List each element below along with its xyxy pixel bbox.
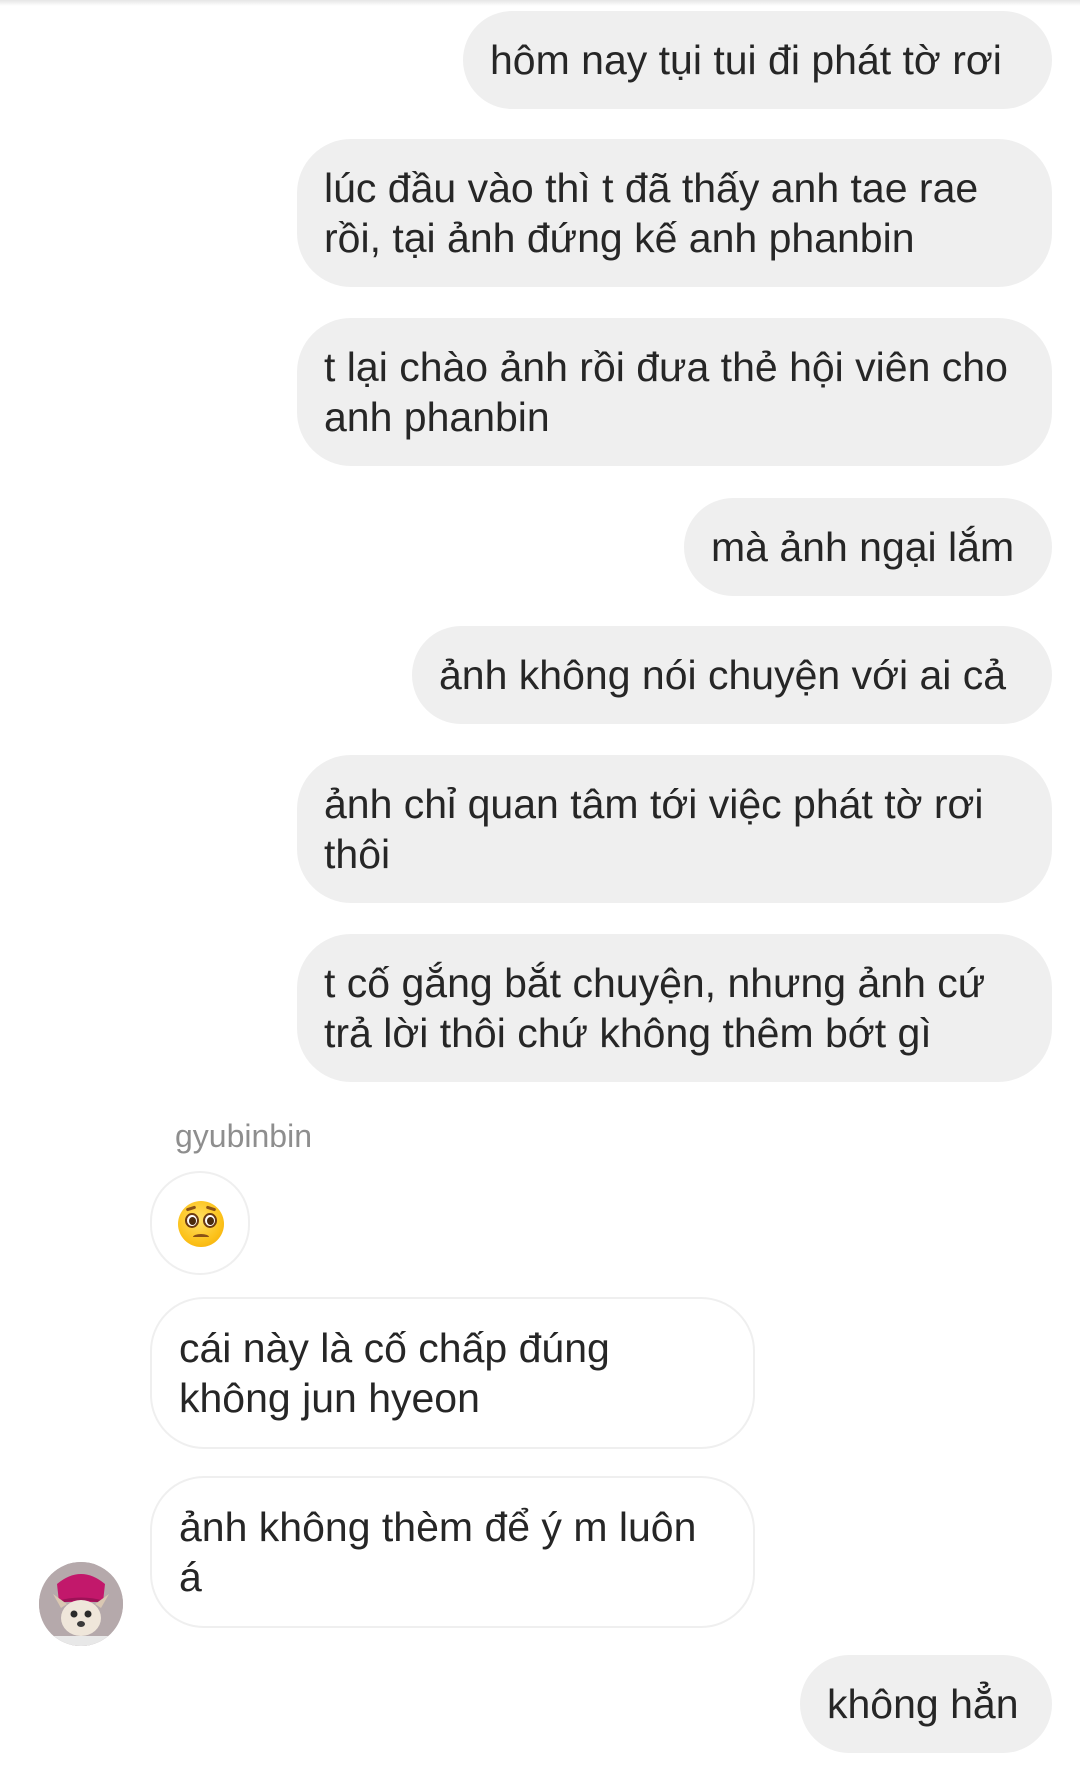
message-text: mà ảnh ngại lắm	[711, 524, 1015, 570]
message-text: ảnh không thèm để ý m luôn á	[179, 1504, 697, 1600]
sender-avatar[interactable]	[39, 1562, 123, 1646]
message-bubble-outgoing[interactable]: không hẳn	[800, 1655, 1052, 1753]
message-bubble-outgoing[interactable]: ảnh không nói chuyện với ai cả	[412, 626, 1052, 724]
message-text: hôm nay tụi tui đi phát tờ rơi	[490, 37, 1002, 83]
message-bubble-incoming[interactable]: ảnh không thèm để ý m luôn á	[150, 1476, 755, 1628]
message-text: cái này là cố chấp đúng không jun hyeon	[179, 1325, 610, 1421]
message-bubble-outgoing[interactable]: mà ảnh ngại lắm	[684, 498, 1052, 596]
message-text: t lại chào ảnh rồi đưa thẻ hội viên cho …	[324, 344, 1008, 440]
message-bubble-outgoing[interactable]: ảnh chỉ quan tâm tới việc phát tờ rơi th…	[297, 755, 1052, 903]
dog-avatar-icon	[39, 1562, 123, 1646]
message-bubble-outgoing[interactable]: t lại chào ảnh rồi đưa thẻ hội viên cho …	[297, 318, 1052, 466]
message-text: t cố gắng bắt chuyện, nhưng ảnh cứ trả l…	[324, 960, 986, 1056]
message-bubble-outgoing[interactable]: lúc đầu vào thì t đã thấy anh tae rae rồ…	[297, 139, 1052, 287]
message-text: không hẳn	[827, 1681, 1019, 1727]
message-bubble-outgoing[interactable]: t cố gắng bắt chuyện, nhưng ảnh cứ trả l…	[297, 934, 1052, 1082]
message-text: lúc đầu vào thì t đã thấy anh tae rae rồ…	[324, 165, 979, 261]
message-bubble-incoming[interactable]: cái này là cố chấp đúng không jun hyeon	[150, 1297, 755, 1449]
message-bubble-outgoing[interactable]: hôm nay tụi tui đi phát tờ rơi	[463, 11, 1052, 109]
sender-name: gyubinbin	[175, 1118, 312, 1154]
pleading-face-icon	[178, 1201, 224, 1247]
emoji-message-bubble[interactable]	[150, 1171, 250, 1275]
top-edge-divider	[0, 0, 1080, 6]
message-text: ảnh không nói chuyện với ai cả	[439, 652, 1007, 698]
message-text: ảnh chỉ quan tâm tới việc phát tờ rơi th…	[324, 781, 984, 877]
